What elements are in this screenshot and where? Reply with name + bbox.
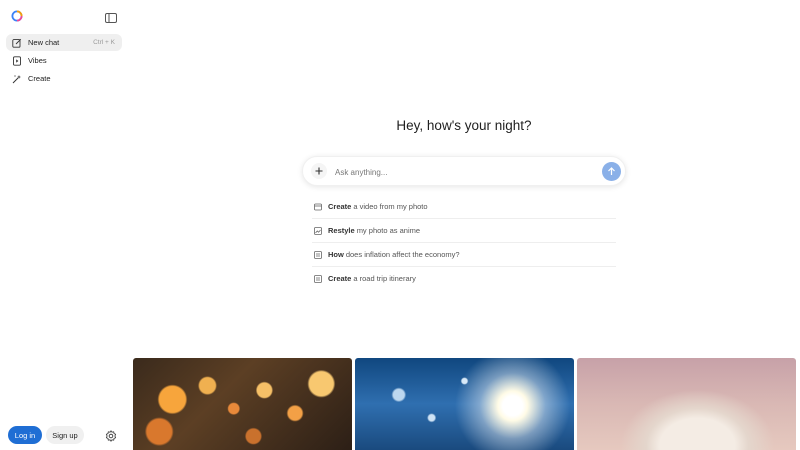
bokeh-lights-image[interactable] bbox=[133, 358, 352, 450]
sparkle-icon bbox=[12, 74, 22, 84]
gear-icon[interactable] bbox=[105, 429, 117, 442]
suggestion-text: does inflation affect the economy? bbox=[345, 250, 460, 259]
suggestion-keyword: How bbox=[328, 250, 344, 259]
chat-input[interactable] bbox=[333, 164, 597, 180]
suggestion-keyword: Create bbox=[328, 202, 352, 211]
attach-button[interactable] bbox=[311, 163, 327, 179]
chat-input-box bbox=[302, 156, 626, 186]
sidebar-item-create[interactable]: Create bbox=[6, 70, 122, 87]
video-icon bbox=[12, 55, 22, 66]
sidebar-item-label: Create bbox=[28, 74, 51, 83]
suggestion-text: a video from my photo bbox=[353, 202, 428, 211]
login-button[interactable]: Log in bbox=[8, 426, 42, 444]
shortcut-hint: Ctrl + K bbox=[93, 39, 115, 46]
suggestion-text: my photo as anime bbox=[356, 226, 421, 235]
plus-icon bbox=[315, 162, 323, 180]
suggestion-item[interactable]: Restyle my photo as anime bbox=[312, 219, 616, 243]
document-icon bbox=[314, 250, 322, 259]
suggestion-item[interactable]: Create a video from my photo bbox=[312, 195, 616, 219]
suggestion-text: a road trip itinerary bbox=[353, 274, 416, 283]
edit-icon bbox=[12, 38, 22, 48]
sidebar-item-label: Vibes bbox=[28, 56, 47, 65]
image-icon bbox=[314, 226, 322, 235]
suggestion-keyword: Create bbox=[328, 274, 352, 283]
suggestion-item[interactable]: Create a road trip itinerary bbox=[312, 267, 616, 290]
suggestion-keyword: Restyle bbox=[328, 226, 355, 235]
sunlight-water-image[interactable] bbox=[355, 358, 574, 450]
sidebar-toggle-icon[interactable] bbox=[105, 10, 117, 23]
pastel-animal-image[interactable] bbox=[577, 358, 796, 450]
grok-logo-icon[interactable] bbox=[11, 9, 23, 22]
document-icon bbox=[314, 274, 322, 283]
sidebar-item-vibes[interactable]: Vibes bbox=[6, 52, 122, 69]
video-card-icon bbox=[314, 203, 322, 211]
page-title: Hey, how's your night? bbox=[396, 118, 532, 133]
suggestion-list: Create a video from my photo Restyle my … bbox=[312, 195, 616, 290]
suggestion-item[interactable]: How does inflation affect the economy? bbox=[312, 243, 616, 267]
sidebar: New chat Ctrl + K Vibes Create Log in Si… bbox=[0, 0, 128, 450]
send-button[interactable] bbox=[602, 162, 621, 181]
signup-button[interactable]: Sign up bbox=[46, 426, 84, 444]
arrow-up-icon bbox=[607, 163, 616, 181]
sidebar-item-label: New chat bbox=[28, 38, 60, 47]
sidebar-item-new-chat[interactable]: New chat Ctrl + K bbox=[6, 34, 122, 51]
